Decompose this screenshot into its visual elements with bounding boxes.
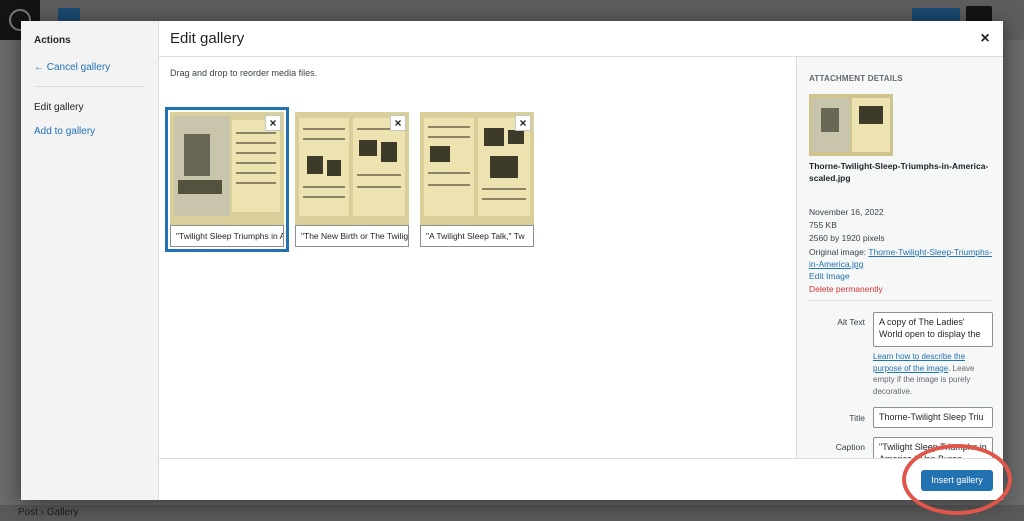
media-menu: Actions ← Cancel gallery Edit gallery Ad…: [21, 21, 159, 500]
attachment-details-heading: Attachment Details: [809, 74, 903, 83]
original-image-label: Original image:: [809, 247, 867, 257]
attachment-preview-image: [809, 94, 893, 156]
title-label: Title: [849, 413, 865, 423]
attachment-file-size: 755 KB: [809, 220, 837, 230]
attachment-details-panel: Attachment Details Thorne-Twilight-Sleep…: [796, 57, 1003, 458]
remove-item-icon[interactable]: ×: [265, 115, 281, 131]
reorder-instructions: Drag and drop to reorder media files.: [170, 68, 318, 78]
breadcrumb: Post › Gallery: [18, 507, 79, 518]
caption-label: Caption: [835, 442, 865, 452]
insert-gallery-button[interactable]: Insert gallery: [921, 470, 993, 491]
attachment-filename: Thorne-Twilight-Sleep-Triumphs-in-Americ…: [809, 161, 989, 183]
menu-heading: Actions: [34, 35, 71, 46]
details-divider: [809, 300, 992, 301]
caption-field[interactable]: "Twilight Sleep Triumphs in America," Va…: [873, 437, 993, 458]
gallery-item-caption-field[interactable]: "A Twilight Sleep Talk," Tw: [420, 225, 534, 247]
modal-title: Edit gallery: [170, 30, 245, 47]
cancel-gallery-link[interactable]: ← Cancel gallery: [34, 62, 110, 73]
alt-text-field[interactable]: A copy of The Ladies' World open to disp…: [873, 312, 993, 347]
menu-separator: [34, 86, 145, 87]
edit-image-link[interactable]: Edit Image: [809, 271, 850, 281]
gallery-item[interactable]: × "A Twilight Sleep Talk," Tw: [420, 112, 534, 247]
toolbar-divider: [159, 458, 1003, 459]
gallery-item[interactable]: × "The New Birth or The Twilight Sleep": [295, 112, 409, 247]
gallery-item[interactable]: × "Twilight Sleep Triumphs in America,": [165, 107, 289, 252]
title-field[interactable]: Thorne-Twilight Sleep Triu: [873, 407, 993, 428]
gallery-item-caption-field[interactable]: "Twilight Sleep Triumphs in America,": [170, 225, 284, 247]
editor-footer: Post › Gallery: [0, 505, 1024, 521]
remove-item-icon[interactable]: ×: [390, 115, 406, 131]
alt-text-help: Learn how to describe the purpose of the…: [873, 351, 995, 397]
remove-item-icon[interactable]: ×: [515, 115, 531, 131]
alt-text-label: Alt Text: [837, 317, 865, 327]
close-icon[interactable]: ×: [974, 28, 996, 50]
media-modal: Actions ← Cancel gallery Edit gallery Ad…: [21, 21, 1003, 500]
attachment-date: November 16, 2022: [809, 207, 884, 217]
delete-permanently-link[interactable]: Delete permanently: [809, 284, 883, 294]
attachment-dimensions: 2560 by 1920 pixels: [809, 233, 885, 243]
gallery-item-caption-field[interactable]: "The New Birth or The Twilight Sleep": [295, 225, 409, 247]
original-image-row: Original image: Thorne-Twilight-Sleep-Tr…: [809, 246, 994, 270]
menu-item-add-to-gallery[interactable]: Add to gallery: [34, 126, 95, 137]
menu-item-edit-gallery[interactable]: Edit gallery: [34, 102, 83, 113]
